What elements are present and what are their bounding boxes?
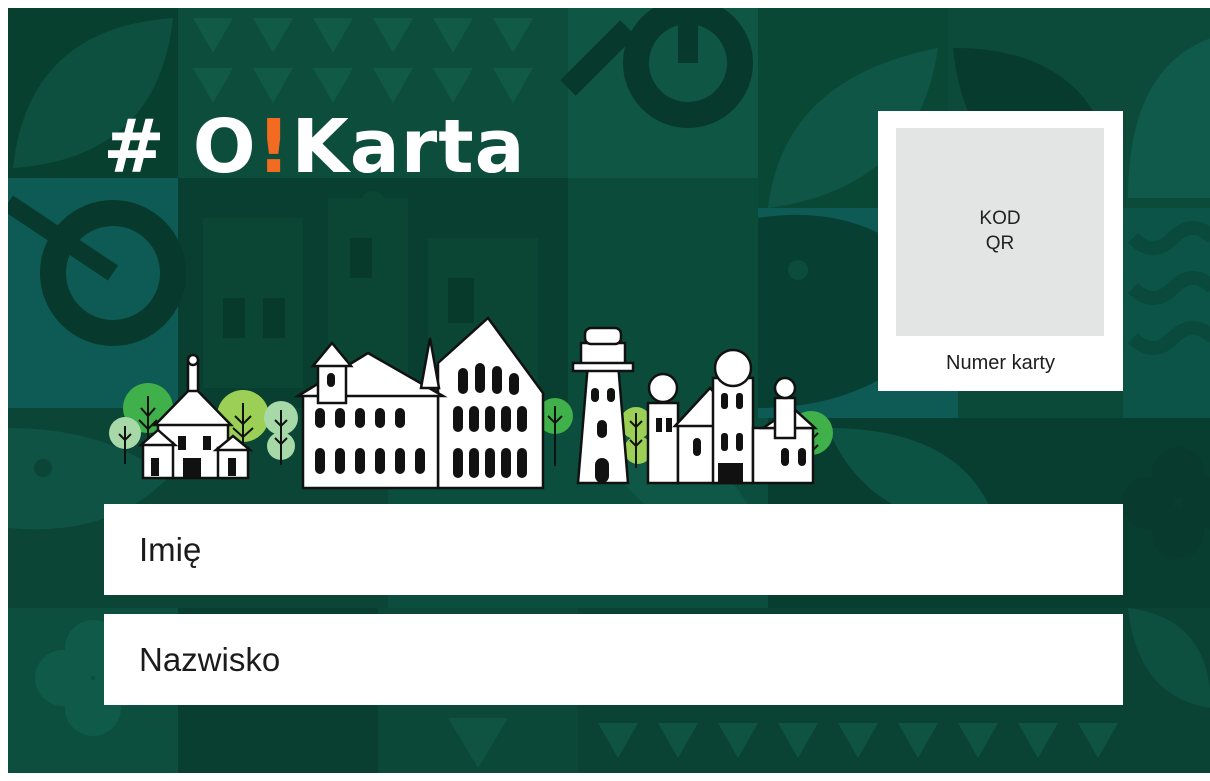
logo-o: O <box>192 104 257 190</box>
qr-card: KOD QR Numer karty <box>878 111 1123 391</box>
last-name-field: Nazwisko <box>104 614 1123 705</box>
city-skyline-illustration <box>109 316 833 490</box>
city-card: # O!Karta KOD QR Numer karty Imię Nazwis… <box>8 8 1210 773</box>
card-number-label: Numer karty <box>946 352 1055 374</box>
qr-code-label: KOD QR <box>970 207 1030 256</box>
logo-karta: Karta <box>291 104 526 190</box>
qr-label-line2: QR <box>985 233 1015 254</box>
logo-exclamation: ! <box>256 104 292 190</box>
logo-hash: # <box>103 104 167 190</box>
okarta-logo: # O!Karta <box>103 110 526 184</box>
qr-label-line1: KOD <box>979 208 1021 230</box>
first-name-field: Imię <box>104 504 1123 595</box>
qr-code-placeholder: KOD QR <box>896 128 1104 336</box>
